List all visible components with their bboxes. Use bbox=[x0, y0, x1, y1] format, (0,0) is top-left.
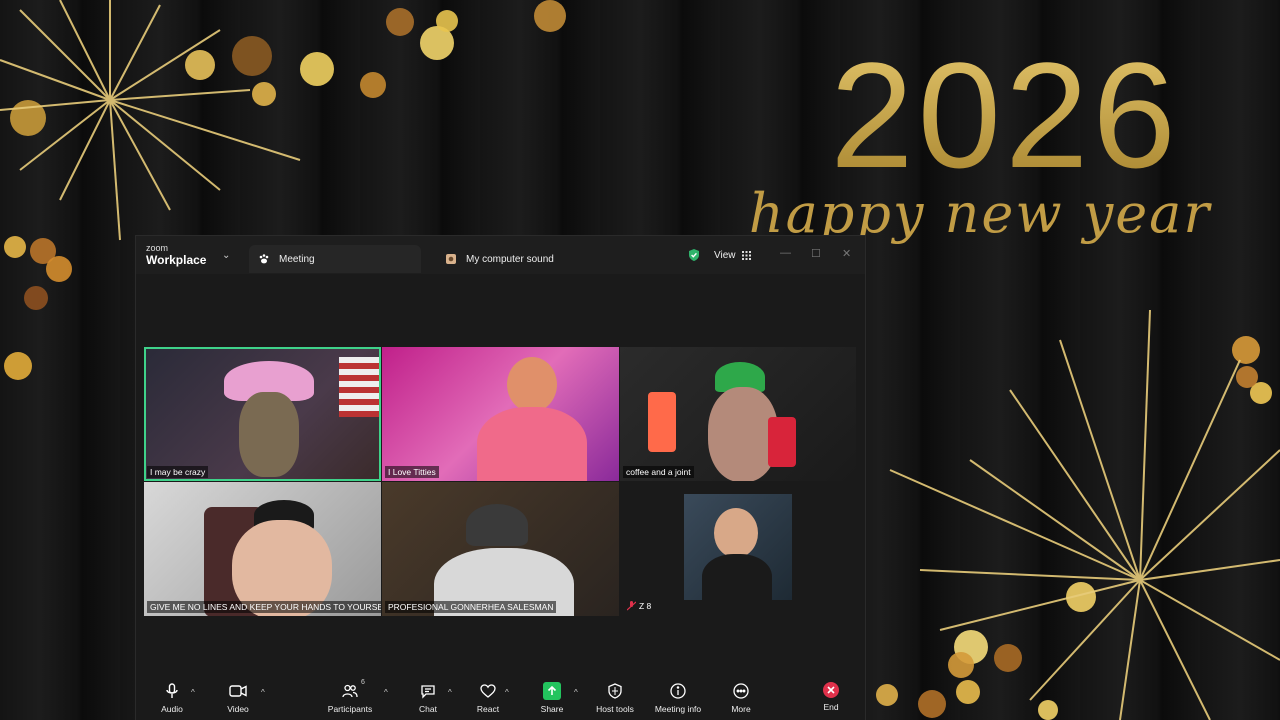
bokeh-light bbox=[360, 72, 386, 98]
share-screen-icon bbox=[543, 682, 561, 700]
bokeh-light bbox=[386, 8, 414, 36]
firework-icon bbox=[889, 309, 1280, 720]
lamp-image bbox=[648, 392, 676, 452]
close-icon[interactable]: ✕ bbox=[842, 247, 851, 260]
info-icon bbox=[669, 682, 687, 700]
participant-tile[interactable]: GIVE ME NO LINES AND KEEP YOUR HANDS TO … bbox=[144, 482, 381, 616]
video-button[interactable]: Video bbox=[208, 682, 268, 714]
tab-meeting[interactable]: Meeting bbox=[249, 245, 421, 273]
brand-logo[interactable]: zoom Workplace bbox=[146, 243, 207, 267]
more-label: More bbox=[731, 704, 751, 714]
participant-tile[interactable]: Z 8 bbox=[620, 482, 856, 616]
video-options-chevron-icon[interactable]: ^ bbox=[261, 688, 265, 697]
participant-tile[interactable]: I Love Titties bbox=[382, 347, 619, 481]
chat-options-chevron-icon[interactable]: ^ bbox=[448, 688, 452, 697]
video-grid: I may be crazy I Love Titties coffee and… bbox=[136, 274, 865, 678]
share-button[interactable]: Share bbox=[522, 682, 582, 714]
view-button[interactable]: View bbox=[708, 246, 757, 264]
participant-name: PROFESIONAL GONNERHEA SALESMAN bbox=[385, 601, 557, 613]
grid-icon bbox=[741, 250, 751, 260]
end-button[interactable]: End bbox=[801, 682, 861, 712]
shield-icon[interactable] bbox=[687, 248, 701, 262]
maximize-icon[interactable]: ☐ bbox=[811, 247, 821, 260]
tab-label: My computer sound bbox=[466, 253, 554, 265]
more-button[interactable]: More bbox=[711, 682, 771, 714]
flag-image bbox=[339, 357, 379, 417]
participant-name: I may be crazy bbox=[147, 466, 209, 478]
bokeh-light bbox=[4, 352, 32, 380]
audio-label: Audio bbox=[161, 704, 183, 714]
participant-video bbox=[239, 392, 299, 477]
react-options-chevron-icon[interactable]: ^ bbox=[505, 688, 509, 697]
participant-tile[interactable]: I may be crazy bbox=[144, 347, 381, 481]
chevron-down-icon[interactable]: ⌄ bbox=[222, 250, 230, 261]
title-bar: zoom Workplace ⌄ Meeting My computer sou… bbox=[136, 236, 865, 274]
tab-label: Meeting bbox=[279, 253, 315, 265]
share-options-chevron-icon[interactable]: ^ bbox=[574, 688, 578, 697]
meeting-toolbar: Audio ^ Video ^ 6 Participants ^ Chat ^ bbox=[136, 678, 865, 720]
participant-name: coffee and a joint bbox=[623, 466, 694, 478]
end-label: End bbox=[823, 702, 839, 712]
minimize-icon[interactable]: — bbox=[780, 247, 791, 259]
participants-options-chevron-icon[interactable]: ^ bbox=[384, 688, 388, 697]
participants-label: Participants bbox=[327, 704, 373, 714]
mic-muted-icon bbox=[627, 601, 636, 611]
meeting-info-label: Meeting info bbox=[654, 704, 702, 714]
tab-computer-sound[interactable]: My computer sound bbox=[436, 245, 636, 273]
paw-icon bbox=[257, 252, 271, 266]
chat-label: Chat bbox=[419, 704, 437, 714]
react-button[interactable]: React bbox=[458, 682, 518, 714]
bokeh-light bbox=[436, 10, 458, 32]
participant-name: I Love Titties bbox=[385, 466, 439, 478]
speaker-icon bbox=[444, 252, 458, 266]
video-label: Video bbox=[227, 704, 249, 714]
audio-button[interactable]: Audio bbox=[142, 682, 202, 714]
participant-video bbox=[684, 494, 792, 604]
microphone-icon bbox=[163, 682, 181, 700]
participants-button[interactable]: 6 Participants bbox=[320, 679, 380, 714]
cup-image bbox=[768, 417, 796, 467]
brand-small-text: zoom bbox=[146, 243, 169, 253]
host-tools-label: Host tools bbox=[596, 704, 634, 714]
shield-icon bbox=[606, 682, 624, 700]
year-text: 2026 bbox=[770, 40, 1240, 190]
react-label: React bbox=[476, 704, 500, 714]
brand-main-text: Workplace bbox=[146, 253, 207, 267]
zoom-window: zoom Workplace ⌄ Meeting My computer sou… bbox=[136, 236, 865, 720]
participant-video bbox=[466, 504, 528, 546]
participant-face bbox=[714, 508, 758, 558]
participant-count: 6 bbox=[361, 679, 365, 686]
host-tools-button[interactable]: Host tools bbox=[585, 682, 645, 714]
view-label: View bbox=[714, 249, 736, 261]
camera-icon bbox=[229, 682, 247, 700]
participant-name: Z 8 bbox=[639, 601, 652, 611]
meeting-info-button[interactable]: Meeting info bbox=[648, 682, 708, 714]
participant-video bbox=[477, 407, 587, 481]
participants-icon: 6 bbox=[341, 679, 365, 700]
audio-options-chevron-icon[interactable]: ^ bbox=[191, 688, 195, 697]
participant-tile[interactable]: coffee and a joint bbox=[620, 347, 856, 481]
share-label: Share bbox=[540, 704, 564, 714]
more-icon bbox=[732, 682, 750, 700]
bokeh-light bbox=[534, 0, 566, 32]
bokeh-light bbox=[24, 286, 48, 310]
participant-name-tag: Z 8 bbox=[624, 600, 654, 612]
participant-name: GIVE ME NO LINES AND KEEP YOUR HANDS TO … bbox=[147, 601, 381, 613]
firework-icon bbox=[0, 0, 301, 241]
end-call-icon bbox=[823, 682, 839, 698]
participant-video bbox=[507, 357, 557, 412]
participant-body bbox=[702, 554, 772, 604]
chat-icon bbox=[419, 682, 437, 700]
heart-icon bbox=[479, 682, 497, 700]
chat-button[interactable]: Chat bbox=[398, 682, 458, 714]
participant-tile[interactable]: PROFESIONAL GONNERHEA SALESMAN bbox=[382, 482, 619, 616]
